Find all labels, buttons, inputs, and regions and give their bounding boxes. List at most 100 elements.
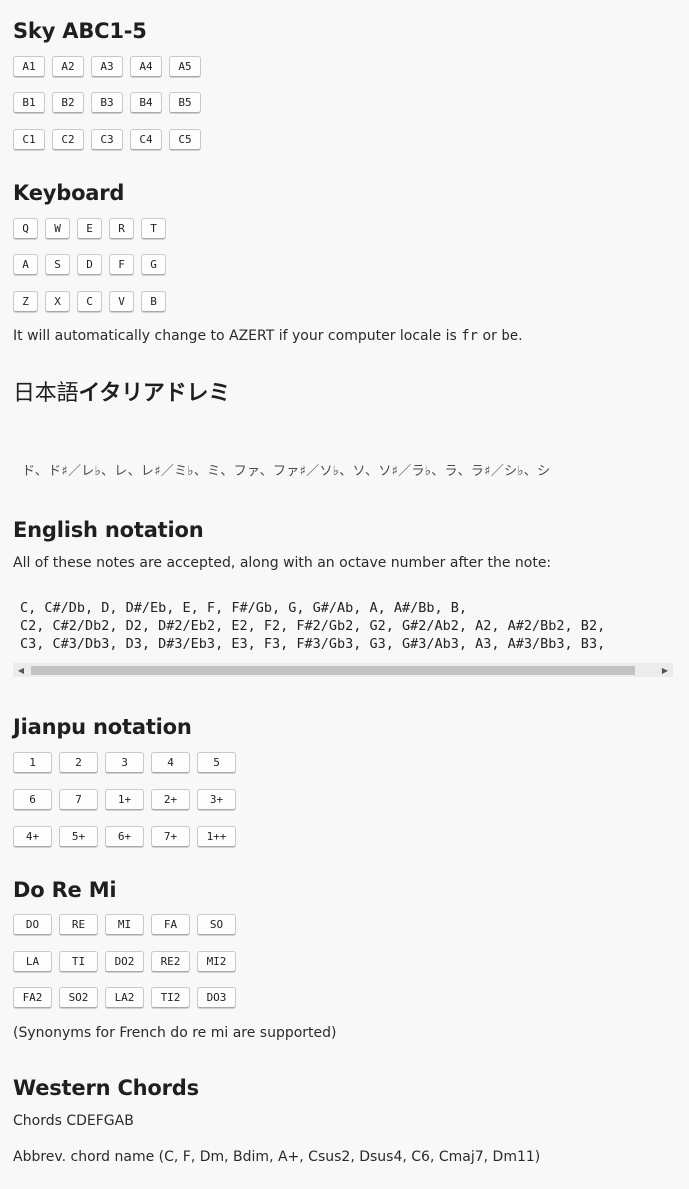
keyboard-row2: A S D F G — [13, 254, 166, 275]
key-button[interactable]: B3 — [91, 92, 123, 113]
key-button[interactable]: DO2 — [105, 951, 144, 972]
key-button[interactable]: MI2 — [197, 951, 236, 972]
english-notes-code[interactable]: C, C#/Db, D, D#/Eb, E, F, F#/Gb, G, G#/A… — [13, 599, 673, 677]
key-row: LA TI DO2 RE2 MI2 — [13, 951, 236, 972]
key-row: 1 2 3 4 5 — [13, 752, 236, 773]
azerty-note-text: . — [518, 328, 523, 344]
section-title-chords: Western Chords — [13, 1076, 199, 1100]
key-button[interactable]: C — [77, 291, 102, 312]
key-button[interactable]: A — [13, 254, 38, 275]
key-button[interactable]: 7+ — [151, 826, 190, 847]
key-button[interactable]: 1++ — [197, 826, 236, 847]
key-button[interactable]: 6 — [13, 789, 52, 810]
jianpu-row1: 1 2 3 4 5 — [13, 752, 236, 773]
key-button[interactable]: 4 — [151, 752, 190, 773]
key-button[interactable]: FA — [151, 914, 190, 935]
key-button[interactable]: SO2 — [59, 987, 98, 1008]
key-button[interactable]: LA — [13, 951, 52, 972]
section-title-keyboard: Keyboard — [13, 181, 125, 205]
section-title-doremi: Do Re Mi — [13, 878, 117, 902]
keyboard-row3: Z X C V B — [13, 291, 166, 312]
doremi-row3: FA2 SO2 LA2 TI2 DO3 — [13, 987, 236, 1008]
key-button[interactable]: B1 — [13, 92, 45, 113]
key-button[interactable]: TI2 — [151, 987, 190, 1008]
key-button[interactable]: S — [45, 254, 70, 275]
key-button[interactable]: Q — [13, 218, 38, 239]
section-title-japanese: 日本語イタリアドレミ — [13, 375, 230, 407]
key-button[interactable]: B4 — [130, 92, 162, 113]
key-button[interactable]: FA2 — [13, 987, 52, 1008]
japanese-title-kana: イタリアドレミ — [78, 381, 231, 406]
key-button[interactable]: 1+ — [105, 789, 144, 810]
key-button[interactable]: 7 — [59, 789, 98, 810]
jianpu-row3: 4+ 5+ 6+ 7+ 1++ — [13, 826, 236, 847]
locale-code-be: be — [501, 328, 519, 344]
japanese-notes: ド、ド♯／レ♭、レ、レ♯／ミ♭、ミ、ファ、ファ♯／ソ♭、ソ、ソ♯／ラ♭、ラ、ラ♯… — [22, 464, 551, 479]
key-button[interactable]: LA2 — [105, 987, 144, 1008]
key-button[interactable]: 5 — [197, 752, 236, 773]
key-button[interactable]: C3 — [91, 129, 123, 150]
key-button[interactable]: 6+ — [105, 826, 144, 847]
keyboard-row1: Q W E R T — [13, 218, 166, 239]
key-button[interactable]: A2 — [52, 56, 84, 77]
key-button[interactable]: A4 — [130, 56, 162, 77]
scroll-right-icon[interactable]: ▶ — [657, 663, 673, 677]
key-button[interactable]: 3 — [105, 752, 144, 773]
key-button[interactable]: R — [109, 218, 134, 239]
key-button[interactable]: E — [77, 218, 102, 239]
scroll-left-icon[interactable]: ◀ — [13, 663, 29, 677]
key-button[interactable]: B5 — [169, 92, 201, 113]
key-button[interactable]: A5 — [169, 56, 201, 77]
key-row: C1 C2 C3 C4 C5 — [13, 129, 201, 150]
chords-line: Chords CDEFGAB — [13, 1113, 134, 1129]
key-button[interactable]: C5 — [169, 129, 201, 150]
jianpu-row2: 6 7 1+ 2+ 3+ — [13, 789, 236, 810]
key-button[interactable]: RE — [59, 914, 98, 935]
key-button[interactable]: C1 — [13, 129, 45, 150]
key-button[interactable]: 3+ — [197, 789, 236, 810]
key-button[interactable]: X — [45, 291, 70, 312]
key-button[interactable]: 4+ — [13, 826, 52, 847]
key-button[interactable]: V — [109, 291, 134, 312]
scrollbar-thumb[interactable] — [31, 666, 635, 675]
sky-key-grid-row2: B1 B2 B3 B4 B5 — [13, 92, 201, 113]
key-button[interactable]: F — [109, 254, 134, 275]
key-button[interactable]: Z — [13, 291, 38, 312]
english-description: All of these notes are accepted, along w… — [13, 555, 552, 571]
key-row: DO RE MI FA SO — [13, 914, 236, 935]
key-button[interactable]: 1 — [13, 752, 52, 773]
key-row: 4+ 5+ 6+ 7+ 1++ — [13, 826, 236, 847]
key-button[interactable]: A3 — [91, 56, 123, 77]
key-button[interactable]: SO — [197, 914, 236, 935]
key-button[interactable]: 2 — [59, 752, 98, 773]
horizontal-scrollbar[interactable]: ◀ ▶ — [13, 663, 673, 677]
doremi-row2: LA TI DO2 RE2 MI2 — [13, 951, 236, 972]
sky-key-grid-row3: C1 C2 C3 C4 C5 — [13, 129, 201, 150]
key-button[interactable]: C4 — [130, 129, 162, 150]
key-button[interactable]: G — [141, 254, 166, 275]
key-button[interactable]: RE2 — [151, 951, 190, 972]
locale-code-fr: fr — [461, 328, 479, 344]
key-button[interactable]: A1 — [13, 56, 45, 77]
key-button[interactable]: DO — [13, 914, 52, 935]
key-button[interactable]: T — [141, 218, 166, 239]
key-button[interactable]: 2+ — [151, 789, 190, 810]
key-button[interactable]: B — [141, 291, 166, 312]
key-button[interactable]: TI — [59, 951, 98, 972]
code-line: C3, C#3/Db3, D3, D#3/Eb3, E3, F3, F#3/Gb… — [20, 636, 606, 652]
key-button[interactable]: W — [45, 218, 70, 239]
sky-key-grid: A1 A2 A3 A4 A5 — [13, 56, 201, 77]
key-row: 6 7 1+ 2+ 3+ — [13, 789, 236, 810]
key-button[interactable]: DO3 — [197, 987, 236, 1008]
key-button[interactable]: D — [77, 254, 102, 275]
key-button[interactable]: MI — [105, 914, 144, 935]
key-button[interactable]: C2 — [52, 129, 84, 150]
azerty-note-text: or — [478, 328, 502, 344]
code-line: C2, C#2/Db2, D2, D#2/Eb2, E2, F2, F#2/Gb… — [20, 618, 606, 634]
key-row: A S D F G — [13, 254, 166, 275]
key-button[interactable]: B2 — [52, 92, 84, 113]
azerty-note: It will automatically change to AZERT if… — [13, 328, 523, 344]
key-button[interactable]: 5+ — [59, 826, 98, 847]
doremi-row1: DO RE MI FA SO — [13, 914, 236, 935]
section-title-jianpu: Jianpu notation — [13, 715, 192, 739]
